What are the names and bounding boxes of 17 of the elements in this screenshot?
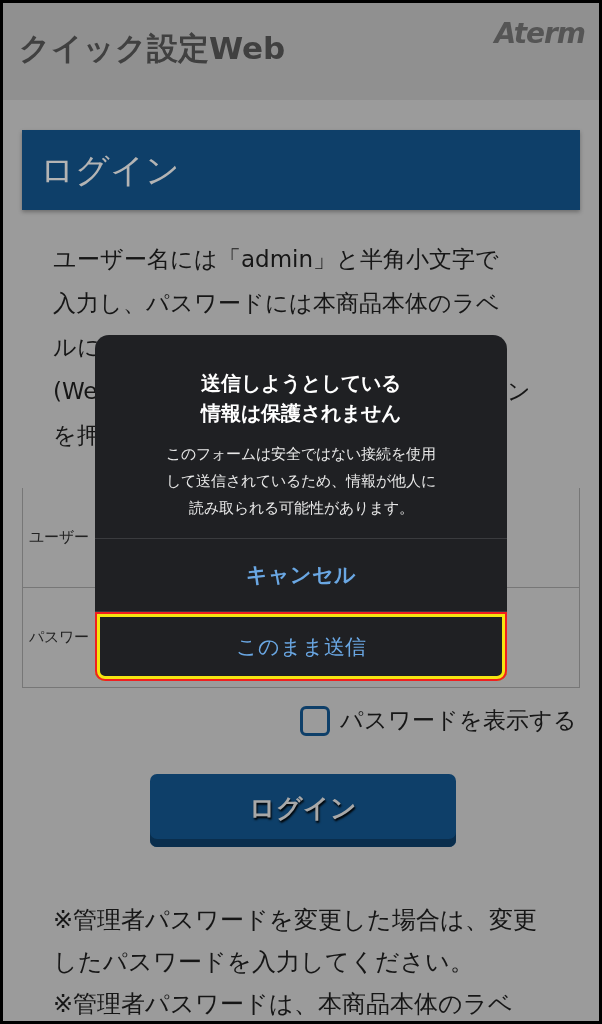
login-button[interactable]: ログイン	[150, 774, 456, 847]
send-button[interactable]: このまま送信	[95, 611, 507, 681]
instruction-text: (We	[53, 378, 98, 404]
brand-logo: Aterm	[494, 17, 585, 50]
instruction-text: ユーザー名には「admin」と半角小文字で	[53, 244, 500, 274]
dialog-message: このフォームは安全ではない接続を使用して送信されているため、情報が他人に読み取られる可能性があります。	[165, 444, 437, 519]
field-label: パスワー	[29, 628, 89, 647]
checkbox[interactable]	[300, 705, 330, 736]
checkbox-label[interactable]: パスワードを表示する	[340, 705, 577, 736]
section-heading: ログイン	[39, 149, 181, 192]
dialog-title: 送信しようとしている情報は保護されません	[199, 370, 402, 427]
instruction-text: 入力し、パスワードには本商品本体のラベ	[53, 288, 500, 318]
page-title: クイック設定Web	[19, 28, 286, 68]
instruction-text: ン	[507, 376, 531, 406]
note-text: ※管理者パスワードは、本商品本体のラベ	[53, 989, 515, 1020]
field-label: ユーザー	[29, 528, 89, 547]
note-text: ※管理者パスワードを変更した場合は、変更したパスワードを入力してください。	[53, 905, 539, 978]
